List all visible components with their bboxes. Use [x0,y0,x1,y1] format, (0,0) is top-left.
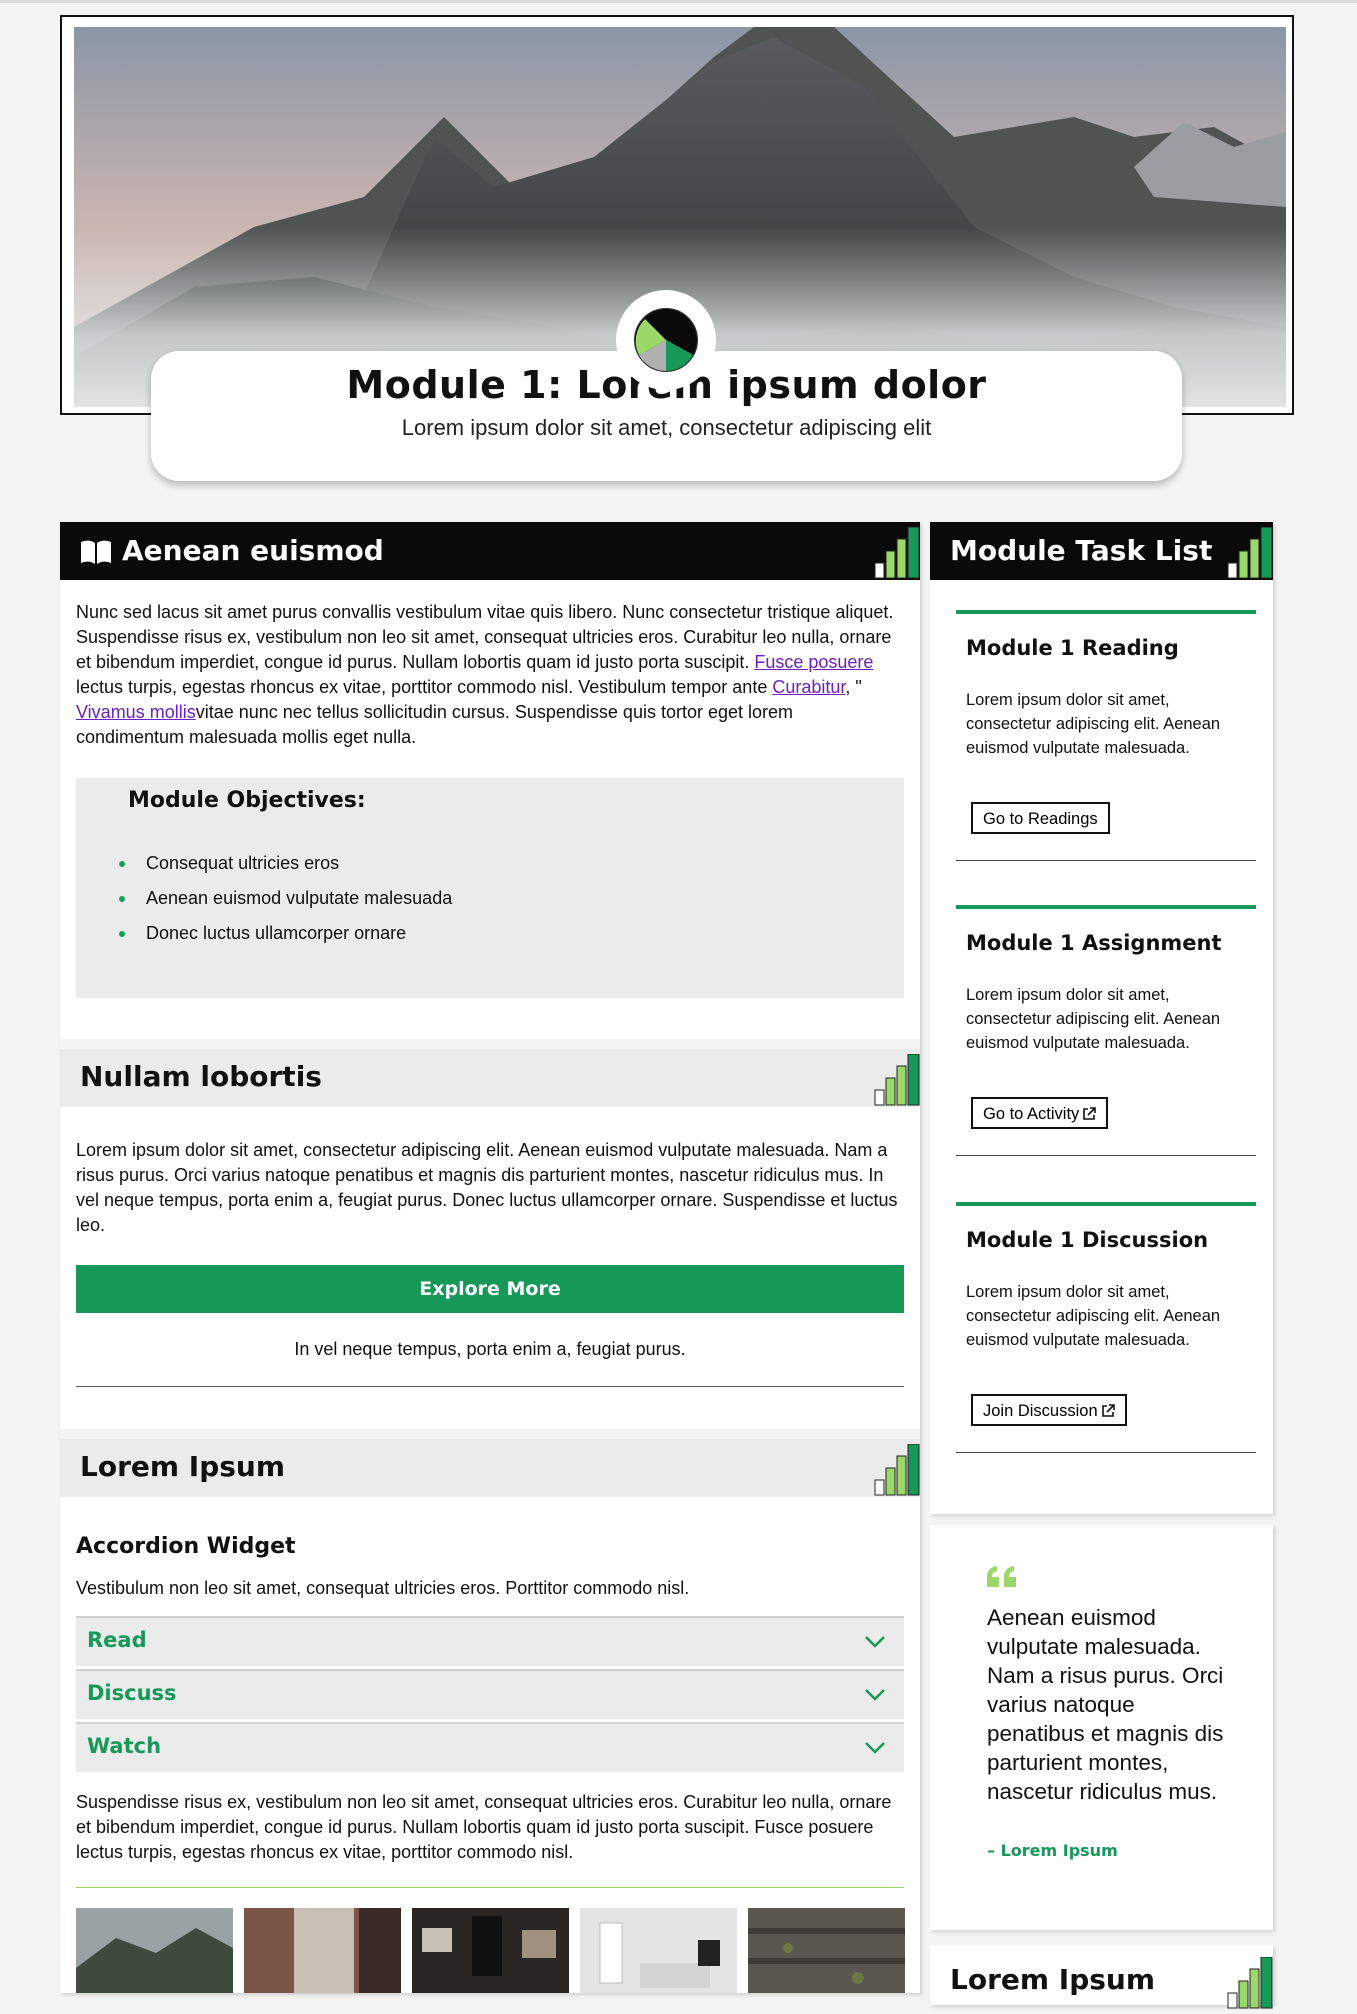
section-header-nullam: Nullam lobortis [60,1049,920,1107]
gallery-image[interactable] [412,1908,569,1993]
go-to-readings-button[interactable]: Go to Readings [971,802,1110,834]
divider [956,1155,1256,1156]
quote-card: Aenean euismod vulputate malesuada. Nam … [930,1525,1273,1930]
link-fusce-posuere[interactable]: Fusce posuere [754,652,873,672]
signal-bars-icon [1227,1956,1273,2014]
link-curabitur[interactable]: Curabitur [772,677,845,697]
objectives-box: Module Objectives: Consequat ultricies e… [76,778,904,998]
join-discussion-button[interactable]: Join Discussion [971,1394,1127,1426]
divider [76,1386,904,1387]
page-subtitle: Lorem ipsum dolor sit amet, consectetur … [401,415,932,440]
section-title: Lorem Ipsum [80,1450,286,1483]
task-accent-line [956,610,1256,614]
quote-icon [985,1565,1019,1594]
section-title: Lorem Ipsum [950,1963,1156,1996]
section-header-lorem: Lorem Ipsum [60,1439,920,1497]
chevron-down-icon [865,1742,885,1754]
task-list-header: Module Task List [930,522,1273,580]
quote-text: Aenean euismod vulputate malesuada. Nam … [987,1605,1224,1804]
signal-bars-icon [1227,526,1273,584]
section-title: Nullam lobortis [80,1060,322,1093]
book-open-icon [80,539,112,570]
task-assignment: Module 1 Assignment Lorem ipsum dolor si… [956,905,1256,1156]
divider [76,1887,904,1888]
accordion-label: Watch [87,1734,162,1758]
accordion-label: Read [87,1628,147,1652]
task-discussion: Module 1 Discussion Lorem ipsum dolor si… [956,1202,1256,1453]
accordion-intro: Vestibulum non leo sit amet, consequat u… [76,1578,690,1598]
signal-bars-icon [874,526,920,584]
chevron-down-icon [865,1689,885,1701]
section-divider [60,1039,920,1049]
divider [956,860,1256,861]
top-border [0,0,1357,3]
external-link-icon [1083,1107,1097,1120]
main-content: Aenean euismod Nunc sed lacus sit amet p… [60,522,920,1993]
quote-author: – Lorem Ipsum [987,1841,1118,1860]
explore-caption: In vel neque tempus, porta enim a, feugi… [294,1339,686,1359]
task-accent-line [956,905,1256,909]
link-vivamus-mollis[interactable]: Vivamus mollis [76,702,196,722]
intro-paragraph: Nunc sed lacus sit amet purus convallis … [76,602,894,747]
gallery-image[interactable] [580,1908,737,1993]
list-item: Donec luctus ullamcorper ornare [116,916,452,951]
accordion-after-paragraph: Suspendisse risus ex, vestibulum non leo… [76,1792,892,1862]
bottom-section-card: Lorem Ipsum [930,1945,1273,2009]
objectives-title: Module Objectives: [128,788,366,813]
gallery-image[interactable] [76,1908,233,1993]
section-divider [60,1429,920,1439]
task-title: Module 1 Assignment [966,931,1222,955]
accordion-item-discuss[interactable]: Discuss [76,1669,904,1719]
pie-logo-icon [634,308,698,372]
image-gallery [76,1908,905,1993]
task-description: Lorem ipsum dolor sit amet, consectetur … [966,1283,1221,1349]
external-link-icon [1101,1404,1115,1417]
accordion-item-read[interactable]: Read [76,1616,904,1666]
objectives-list: Consequat ultricies eros Aenean euismod … [116,846,452,951]
signal-bars-icon [874,1443,920,1501]
sidebar-title: Module Task List [950,534,1213,567]
gallery-image[interactable] [244,1908,401,1993]
module-badge [616,290,716,390]
task-list-sidebar: Module Task List Module 1 Reading Lorem … [930,522,1273,1514]
task-reading: Module 1 Reading Lorem ipsum dolor sit a… [956,610,1256,861]
section-title: Aenean euismod [122,534,384,567]
accordion-item-watch[interactable]: Watch [76,1722,904,1772]
task-title: Module 1 Discussion [966,1228,1209,1252]
list-item: Aenean euismod vulputate malesuada [116,881,452,916]
nullam-paragraph: Lorem ipsum dolor sit amet, consectetur … [76,1140,898,1235]
accordion-label: Discuss [87,1681,177,1705]
section-header-aenean: Aenean euismod [60,522,920,580]
divider [956,1452,1256,1453]
list-item: Consequat ultricies eros [116,846,452,881]
signal-bars-icon [874,1053,920,1111]
task-description: Lorem ipsum dolor sit amet, consectetur … [966,691,1221,757]
task-description: Lorem ipsum dolor sit amet, consectetur … [966,986,1221,1052]
chevron-down-icon [865,1636,885,1648]
gallery-image[interactable] [748,1908,905,1993]
go-to-activity-button[interactable]: Go to Activity [971,1097,1109,1129]
accordion-widget-title: Accordion Widget [76,1534,296,1559]
task-title: Module 1 Reading [966,636,1179,660]
explore-more-button[interactable]: Explore More [76,1265,904,1313]
task-accent-line [956,1202,1256,1206]
